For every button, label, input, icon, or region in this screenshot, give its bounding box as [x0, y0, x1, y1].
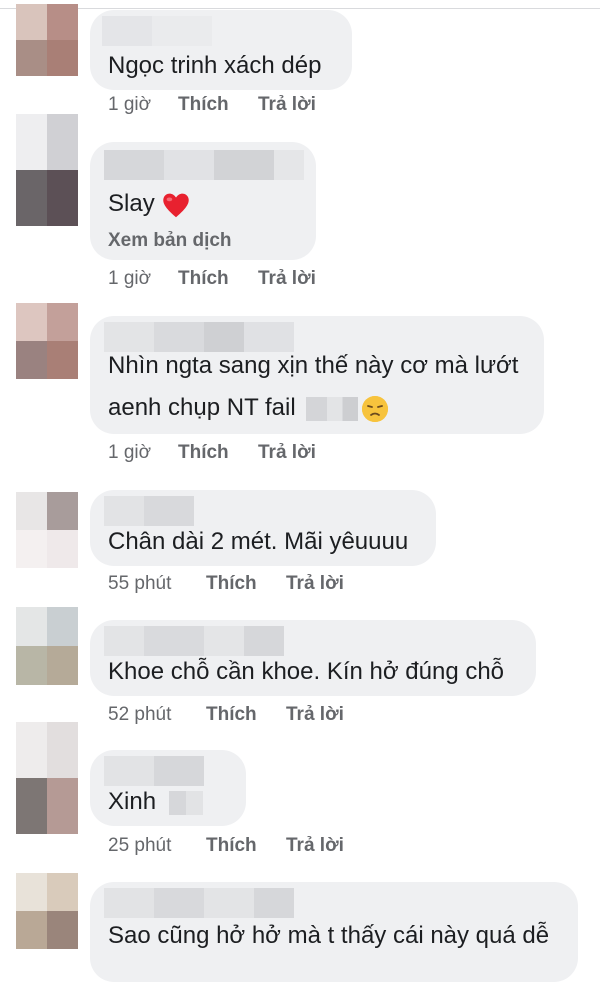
blurred-author-name [104, 150, 304, 180]
comment-bubble[interactable]: Nhìn ngta sang xịn thế này cơ mà lướt ae… [90, 316, 544, 434]
blurred-content [168, 790, 203, 815]
avatar[interactable] [16, 492, 78, 568]
comment-text: Sao cũng hở hở mà t thấy cái này quá dễ [108, 922, 550, 949]
reply-button[interactable]: Trả lời [258, 268, 316, 290]
comment-actions: 1 giờ Thích Trả lời [108, 442, 316, 464]
see-translation-link[interactable]: Xem bản dịch [108, 230, 232, 252]
comment-text: Ngọc trinh xách dép [108, 52, 322, 79]
like-button[interactable]: Thích [206, 573, 286, 595]
comment-actions: 25 phút Thích Trả lời [108, 835, 344, 857]
blurred-author-name [104, 496, 194, 526]
like-button[interactable]: Thích [178, 268, 258, 290]
comment-bubble[interactable]: Chân dài 2 mét. Mãi yêuuuu [90, 490, 436, 566]
blurred-author-name [104, 756, 204, 786]
comment-time: 1 giờ [108, 268, 152, 289]
comment-time: 1 giờ [108, 94, 152, 115]
comment-text-line1: Nhìn ngta sang xịn thế này cơ mà lướt [108, 352, 519, 379]
comment-time: 1 giờ [108, 442, 152, 463]
top-divider [0, 8, 600, 9]
comment-text: Slay [108, 186, 191, 222]
comment-text-content: Slay [108, 190, 155, 217]
reply-button[interactable]: Trả lời [258, 94, 316, 116]
comment-text: Khoe chỗ cần khoe. Kín hở đúng chỗ [108, 658, 505, 685]
comment-bubble[interactable]: Khoe chỗ cần khoe. Kín hở đúng chỗ [90, 620, 536, 696]
comment-text: Xinh [108, 784, 203, 820]
comment-actions: 1 giờ Thích Trả lời [108, 268, 316, 290]
comment-actions: 1 giờ Thích Trả lời [108, 94, 316, 116]
avatar[interactable] [16, 722, 78, 834]
like-button[interactable]: Thích [206, 704, 286, 726]
comment-actions: 55 phút Thích Trả lời [108, 573, 344, 595]
avatar[interactable] [16, 114, 78, 226]
blurred-content [306, 396, 359, 421]
comment-bubble[interactable]: Slay Xem bản dịch [90, 142, 316, 260]
like-button[interactable]: Thích [206, 835, 286, 857]
comment-time: 55 phút [108, 573, 172, 594]
reply-button[interactable]: Trả lời [286, 573, 344, 595]
reply-button[interactable]: Trả lời [286, 704, 344, 726]
avatar[interactable] [16, 303, 78, 379]
heart-emoji-icon [162, 193, 189, 217]
avatar[interactable] [16, 873, 78, 949]
comment-text-content: aenh chụp NT fail [108, 394, 296, 421]
comment-text: Chân dài 2 mét. Mãi yêuuuu [108, 528, 409, 555]
comment-bubble[interactable]: Xinh [90, 750, 246, 826]
blurred-author-name [104, 626, 284, 656]
reply-button[interactable]: Trả lời [258, 442, 316, 464]
like-button[interactable]: Thích [178, 442, 258, 464]
like-button[interactable]: Thích [178, 94, 258, 116]
comment-bubble[interactable]: Ngọc trinh xách dép [90, 10, 352, 90]
blurred-author-name [104, 888, 294, 918]
blurred-author-name [102, 16, 212, 46]
comment-text-content: Xinh [108, 788, 157, 815]
comment-time: 25 phút [108, 835, 172, 856]
comment-time: 52 phút [108, 704, 172, 725]
avatar[interactable] [16, 607, 78, 685]
reply-button[interactable]: Trả lời [286, 835, 344, 857]
avatar[interactable] [16, 4, 78, 76]
disappointed-face-emoji-icon [362, 395, 389, 422]
comment-actions: 52 phút Thích Trả lời [108, 704, 344, 726]
comment-text-line2: aenh chụp NT fail [108, 390, 389, 426]
comment-bubble[interactable]: Sao cũng hở hở mà t thấy cái này quá dễ [90, 882, 578, 982]
